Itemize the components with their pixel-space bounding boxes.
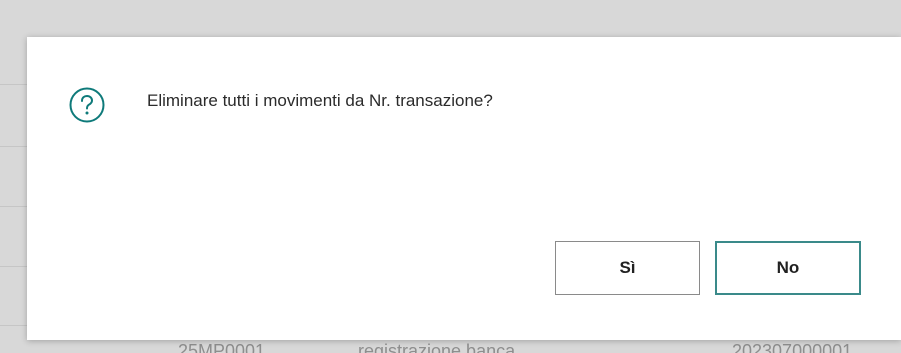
background-cell-description: registrazione banca	[358, 341, 516, 353]
row-divider	[0, 325, 27, 326]
row-divider	[0, 266, 27, 267]
row-divider	[0, 84, 27, 85]
yes-button[interactable]: Sì	[555, 241, 700, 295]
row-divider	[0, 146, 27, 147]
row-divider	[0, 206, 27, 207]
confirm-dialog: Eliminare tutti i movimenti da Nr. trans…	[27, 37, 901, 340]
question-icon	[69, 87, 105, 123]
no-button[interactable]: No	[715, 241, 861, 295]
dialog-message: Eliminare tutti i movimenti da Nr. trans…	[147, 91, 493, 110]
background-cell-document-no: 25MP0001	[178, 341, 266, 353]
background-cell-transaction-no: 202307000001	[732, 341, 853, 353]
